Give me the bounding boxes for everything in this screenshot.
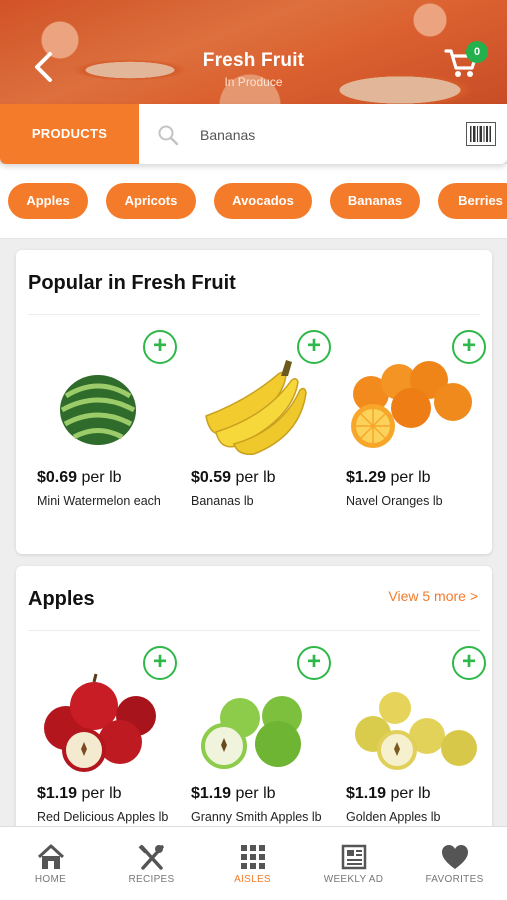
product-name: Navel Oranges lb: [346, 494, 443, 508]
bananas-image: [205, 360, 307, 456]
product-name: Mini Watermelon each: [37, 494, 161, 508]
header-banner: Fresh Fruit In Produce: [0, 0, 507, 104]
page-subtitle: In Produce: [224, 75, 283, 89]
nav-label: RECIPES: [128, 874, 175, 885]
search-bar: PRODUCTS: [0, 104, 507, 164]
add-to-cart-button[interactable]: +: [143, 646, 177, 680]
product-price: $1.19 per lb: [346, 785, 431, 802]
product-card[interactable]: + $0.69 per lb Mini Watermelon each: [32, 326, 182, 546]
bottom-nav: HOME RECIPES AISLES WEEKLY AD FAVORITES: [0, 826, 507, 900]
divider: [28, 314, 480, 315]
grid-icon: [241, 845, 265, 869]
nav-home[interactable]: HOME: [0, 827, 101, 900]
chip-apples[interactable]: Apples: [8, 183, 88, 219]
section-title-popular: Popular in Fresh Fruit: [28, 272, 236, 294]
product-price: $1.19 per lb: [37, 785, 122, 802]
product-price: $1.29 per lb: [346, 469, 431, 486]
product-card[interactable]: + $0.59 per lb Bananas lb: [186, 326, 336, 546]
cart-count-badge: 0: [466, 41, 488, 63]
chip-avocados[interactable]: Avocados: [214, 183, 312, 219]
product-name: Granny Smith Apples lb: [191, 810, 322, 824]
product-name: Red Delicious Apples lb: [37, 810, 169, 824]
view-more-link[interactable]: View 5 more >: [388, 588, 478, 604]
chip-berries[interactable]: Berries: [438, 183, 507, 219]
apples-card: Apples View 5 more > + $1.19 per lb Red …: [16, 566, 492, 866]
chip-bananas[interactable]: Bananas: [330, 183, 420, 219]
divider: [28, 630, 480, 631]
product-price: $1.19 per lb: [191, 785, 276, 802]
popular-card: Popular in Fresh Fruit + $0.69 per lb Mi…: [16, 250, 492, 554]
utensils-icon: [138, 844, 164, 870]
nav-weekly-ad[interactable]: WEEKLY AD: [303, 827, 404, 900]
category-chips: Apples Apricots Avocados Bananas Berries: [0, 164, 507, 239]
oranges-image: [351, 361, 472, 448]
nav-aisles[interactable]: AISLES: [202, 827, 303, 900]
section-title-apples: Apples: [28, 588, 95, 610]
chip-apricots[interactable]: Apricots: [106, 183, 196, 219]
search-icon: [158, 125, 179, 146]
add-to-cart-button[interactable]: +: [297, 330, 331, 364]
page-title: Fresh Fruit: [202, 50, 305, 71]
product-price: $0.59 per lb: [191, 469, 276, 486]
newspaper-icon: [341, 844, 367, 870]
search-input[interactable]: [200, 121, 450, 149]
product-card[interactable]: + $1.29 per lb Navel Oranges lb: [341, 326, 491, 546]
add-to-cart-button[interactable]: +: [452, 330, 486, 364]
products-tab[interactable]: PRODUCTS: [0, 104, 139, 164]
nav-label: HOME: [34, 874, 67, 885]
barcode-scan-icon[interactable]: [466, 122, 496, 146]
heart-icon: [442, 845, 468, 869]
home-icon: [37, 844, 65, 869]
golden-apples-image: [355, 692, 477, 770]
page-title-group: Fresh Fruit In Produce: [0, 50, 507, 89]
add-to-cart-button[interactable]: +: [452, 646, 486, 680]
nav-recipes[interactable]: RECIPES: [101, 827, 202, 900]
nav-favorites[interactable]: FAVORITES: [404, 827, 505, 900]
nav-label: WEEKLY AD: [323, 874, 384, 885]
nav-label: AISLES: [234, 874, 271, 885]
nav-label: FAVORITES: [425, 874, 484, 885]
add-to-cart-button[interactable]: +: [297, 646, 331, 680]
product-name: Bananas lb: [191, 494, 254, 508]
red-apples-image: [44, 673, 156, 772]
add-to-cart-button[interactable]: +: [143, 330, 177, 364]
green-apples-image: [201, 696, 302, 769]
product-price: $0.69 per lb: [37, 469, 122, 486]
product-name: Golden Apples lb: [346, 810, 441, 824]
watermelon-image: [60, 375, 136, 445]
